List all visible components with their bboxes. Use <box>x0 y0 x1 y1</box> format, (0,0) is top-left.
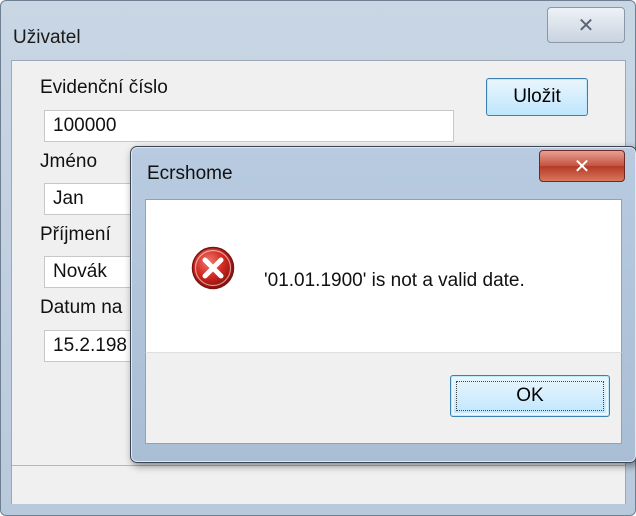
last-name-label: Příjmení <box>40 224 111 245</box>
close-button[interactable]: ✕ <box>547 7 625 43</box>
close-icon: ✕ <box>573 155 591 178</box>
save-button[interactable]: Uložit <box>486 78 588 116</box>
ok-button[interactable]: OK <box>450 375 610 417</box>
error-icon <box>191 246 235 290</box>
dialog-body: '01.01.1900' is not a valid date. <box>145 199 622 353</box>
first-name-label: Jméno <box>40 151 98 172</box>
close-icon: ✕ <box>577 14 595 37</box>
evidence-number-label: Evidenční číslo <box>40 77 168 98</box>
focus-rectangle <box>456 381 604 411</box>
dialog-footer: OK <box>145 352 622 444</box>
error-dialog: Ecrshome ✕ '01.01.1900' is not a valid d… <box>130 146 636 463</box>
date-label: Datum na <box>40 297 123 318</box>
evidence-number-input[interactable] <box>44 110 454 142</box>
status-bar <box>12 465 625 504</box>
window-title: Uživatel <box>13 27 81 48</box>
main-titlebar[interactable]: Uživatel ✕ <box>1 1 635 57</box>
dialog-close-button[interactable]: ✕ <box>539 150 625 182</box>
dialog-title: Ecrshome <box>147 163 233 184</box>
error-message: '01.01.1900' is not a valid date. <box>264 270 525 291</box>
